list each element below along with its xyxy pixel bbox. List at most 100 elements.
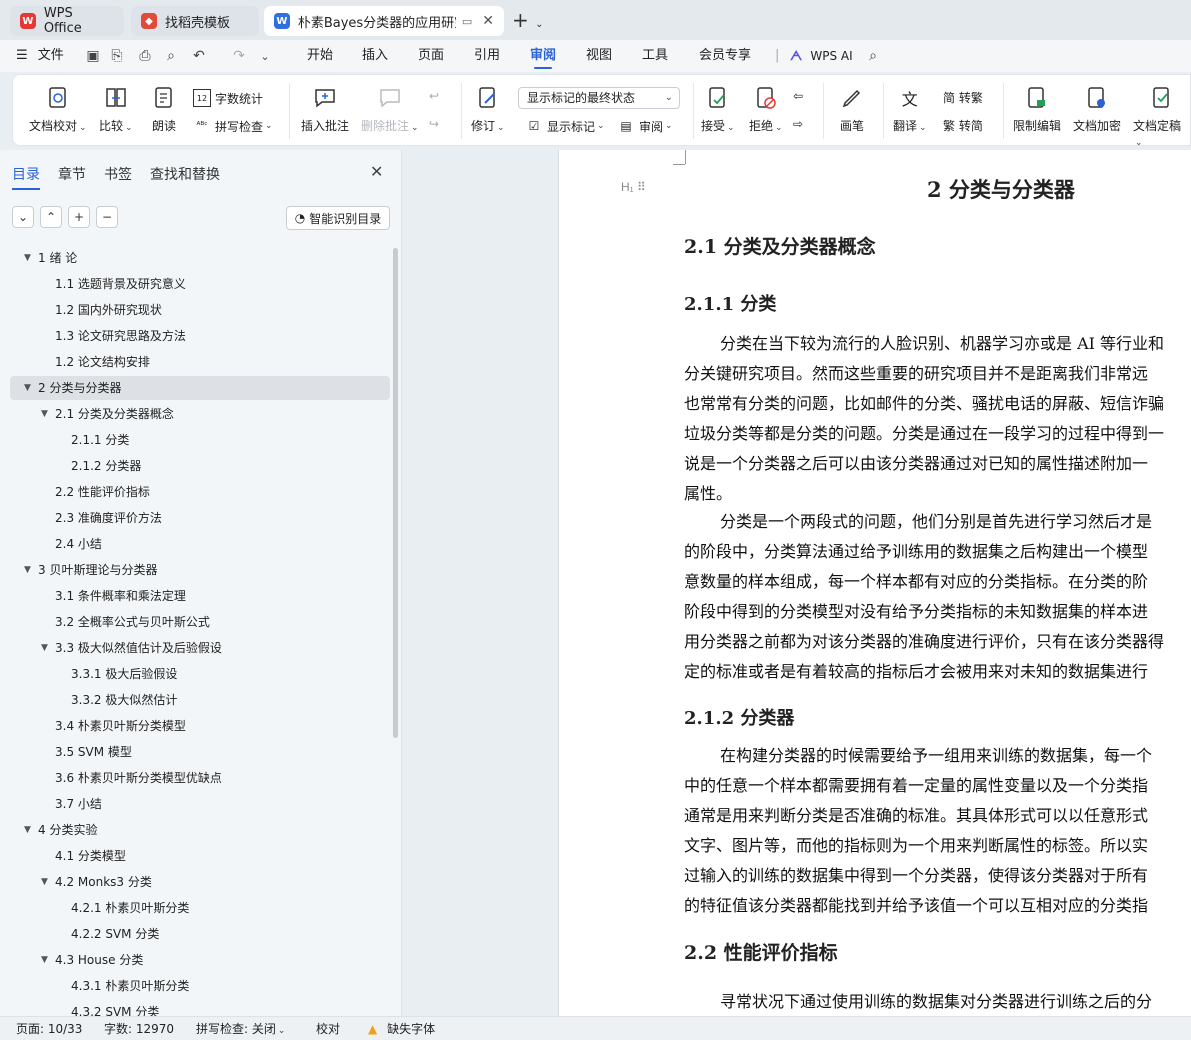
toc-item[interactable]: 2.2 性能评价指标 [10,480,390,504]
toc-item[interactable]: 3.2 全概率公式与贝叶斯公式 [10,610,390,634]
toc-item[interactable]: 3.3.1 极大后验假设 [10,662,390,686]
menu-page[interactable]: 页面 [418,40,444,72]
doc-check-button[interactable]: 文档校对 ⌄ [29,85,87,134]
close-tab-icon[interactable]: ✕ [482,13,494,29]
print-preview-icon[interactable]: ⌕ [162,47,180,65]
wps-ai-button[interactable]: ᗅ WPS AI [790,40,853,72]
toc-item[interactable]: 3.7 小结 [10,792,390,816]
prev-comment-icon[interactable]: ↩ [429,89,439,103]
toc-item[interactable]: 4.1 分类模型 [10,844,390,868]
spell-check-button[interactable]: ᴬᴮᶜ 拼写检查 ⌄ [193,117,272,135]
print-icon[interactable]: ⎙ [136,47,154,65]
prev-change-icon[interactable]: ⇦ [793,89,803,103]
toc-item[interactable]: 1.1 选题背景及研究意义 [10,272,390,296]
toc-item[interactable]: ▼ 2 分类与分类器 [10,376,390,400]
toc-item[interactable]: 3.6 朴素贝叶斯分类模型优缺点 [10,766,390,790]
reject-button[interactable]: 拒绝 ⌄ [749,85,783,134]
restrict-edit-button[interactable]: 限制编辑 [1013,85,1061,134]
proofread-status[interactable]: 校对 [316,1017,340,1040]
share-icon[interactable]: ⎘ [108,47,126,65]
expand-triangle-icon[interactable]: ▼ [24,376,31,400]
expand-triangle-icon[interactable]: ▼ [41,636,48,660]
quick-access-more-icon[interactable]: ⌄ [256,47,274,65]
save-icon[interactable]: ▣ [84,47,102,65]
menu-references[interactable]: 引用 [474,40,500,72]
toc-item[interactable]: 1.3 论文研究思路及方法 [10,324,390,348]
encrypt-button[interactable]: 文档加密 [1073,85,1121,134]
menu-member[interactable]: 会员专享 [699,40,751,72]
toc-item[interactable]: 1.2 论文结构安排 [10,350,390,374]
expand-triangle-icon[interactable]: ▼ [24,246,31,270]
menu-home[interactable]: 开始 [307,40,333,72]
tab-wps-office[interactable]: W WPS Office [10,6,124,36]
missing-font-status[interactable]: ▲ 缺失字体 [368,1017,435,1040]
document-page[interactable]: H₁ ⠿ 2 分类与分类器 2.1 分类及分类器概念 2.1.1 分类 分类在当… [558,150,1191,1016]
toc-item[interactable]: 4.3.1 朴素贝叶斯分类 [10,974,390,998]
menu-insert[interactable]: 插入 [362,40,388,72]
window-icon[interactable]: ▭ [462,15,472,28]
toc-item[interactable]: ▼ 4.2 Monks3 分类 [10,870,390,894]
toc-item[interactable]: 3.3.2 极大似然估计 [10,688,390,712]
toc-item[interactable]: ▼ 3 贝叶斯理论与分类器 [10,558,390,582]
toc-item[interactable]: ▼ 1 绪 论 [10,246,390,270]
word-count-indicator[interactable]: 字数: 12970 [104,1017,174,1040]
to-traditional-button[interactable]: 简 转繁 [943,89,983,106]
file-menu[interactable]: ☰ 文件 [16,40,64,72]
add-toc-item-button[interactable]: + [68,206,90,228]
undo-icon[interactable]: ↶ [190,47,208,65]
word-count-button[interactable]: 12 字数统计 [193,89,263,107]
nav-tab-chapters[interactable]: 章节 [58,164,86,184]
close-pane-icon[interactable]: ✕ [370,162,383,181]
toc-scrollbar[interactable] [393,248,398,738]
toc-item[interactable]: ▼ 2.1 分类及分类器概念 [10,402,390,426]
toc-item[interactable]: 2.3 准确度评价方法 [10,506,390,530]
revise-button[interactable]: 修订 ⌄ [471,85,505,134]
next-change-icon[interactable]: ⇨ [793,117,803,131]
menu-review[interactable]: 审阅 [530,40,556,72]
menu-view[interactable]: 视图 [586,40,612,72]
finalize-button[interactable]: 文档定稿⌄ [1133,85,1190,148]
nav-tab-toc[interactable]: 目录 [12,164,40,190]
expand-triangle-icon[interactable]: ▼ [24,558,31,582]
redo-icon[interactable]: ↷ [230,47,248,65]
to-simplified-button[interactable]: 繁 转简 [943,117,983,134]
translate-button[interactable]: 文 翻译 ⌄ [893,85,927,134]
toc-item[interactable]: 2.1.2 分类器 [10,454,390,478]
toc-item[interactable]: 3.1 条件概率和乘法定理 [10,584,390,608]
smart-toc-button[interactable]: ◔ 智能识别目录 [286,206,390,230]
collapse-up-button[interactable]: ⌃ [40,206,62,228]
search-icon[interactable]: ⌕ [864,47,882,65]
toc-item[interactable]: ▼ 4.3 House 分类 [10,948,390,972]
show-markup-button[interactable]: ☑ 显示标记 ⌄ [525,117,605,135]
expand-triangle-icon[interactable]: ▼ [41,402,48,426]
toc-item[interactable]: 4.2.2 SVM 分类 [10,922,390,946]
remove-toc-item-button[interactable]: − [96,206,118,228]
expand-down-button[interactable]: ⌄ [12,206,34,228]
accept-button[interactable]: 接受 ⌄ [701,85,735,134]
insert-comment-button[interactable]: 插入批注 [301,85,349,134]
toc-item[interactable]: ▼ 3.3 极大似然值估计及后验假设 [10,636,390,660]
markup-state-select[interactable]: 显示标记的最终状态 ⌄ [518,87,680,109]
heading-drag-handle-icon[interactable]: H₁ ⠿ [621,180,646,194]
expand-triangle-icon[interactable]: ▼ [41,948,48,972]
toc-item[interactable]: 3.4 朴素贝叶斯分类模型 [10,714,390,738]
tab-template[interactable]: ◆ 找稻壳模板 [131,6,259,36]
page-indicator[interactable]: 页面: 10/33 [16,1017,82,1040]
new-tab-button[interactable]: + ⌄ [512,8,544,32]
next-comment-icon[interactable]: ↪ [429,117,439,131]
toc-item[interactable]: 2.1.1 分类 [10,428,390,452]
menu-tools[interactable]: 工具 [642,40,668,72]
spell-check-status[interactable]: 拼写检查: 关闭 ⌄ [196,1017,285,1040]
toc-item[interactable]: 2.4 小结 [10,532,390,556]
toc-item[interactable]: 4.2.1 朴素贝叶斯分类 [10,896,390,920]
delete-comment-button[interactable]: 删除批注 ⌄ [361,85,419,134]
read-aloud-button[interactable]: 朗读 [151,85,177,134]
pen-button[interactable]: 画笔 [839,85,865,134]
toc-item[interactable]: 4.3.2 SVM 分类 [10,1000,390,1016]
expand-triangle-icon[interactable]: ▼ [41,870,48,894]
toc-item[interactable]: 1.2 国内外研究现状 [10,298,390,322]
tab-document[interactable]: W 朴素Bayes分类器的应用研究与 ▭ ✕ [264,6,504,36]
toc-item[interactable]: ▼ 4 分类实验 [10,818,390,842]
nav-tab-bookmarks[interactable]: 书签 [104,164,132,184]
toc-item[interactable]: 3.5 SVM 模型 [10,740,390,764]
